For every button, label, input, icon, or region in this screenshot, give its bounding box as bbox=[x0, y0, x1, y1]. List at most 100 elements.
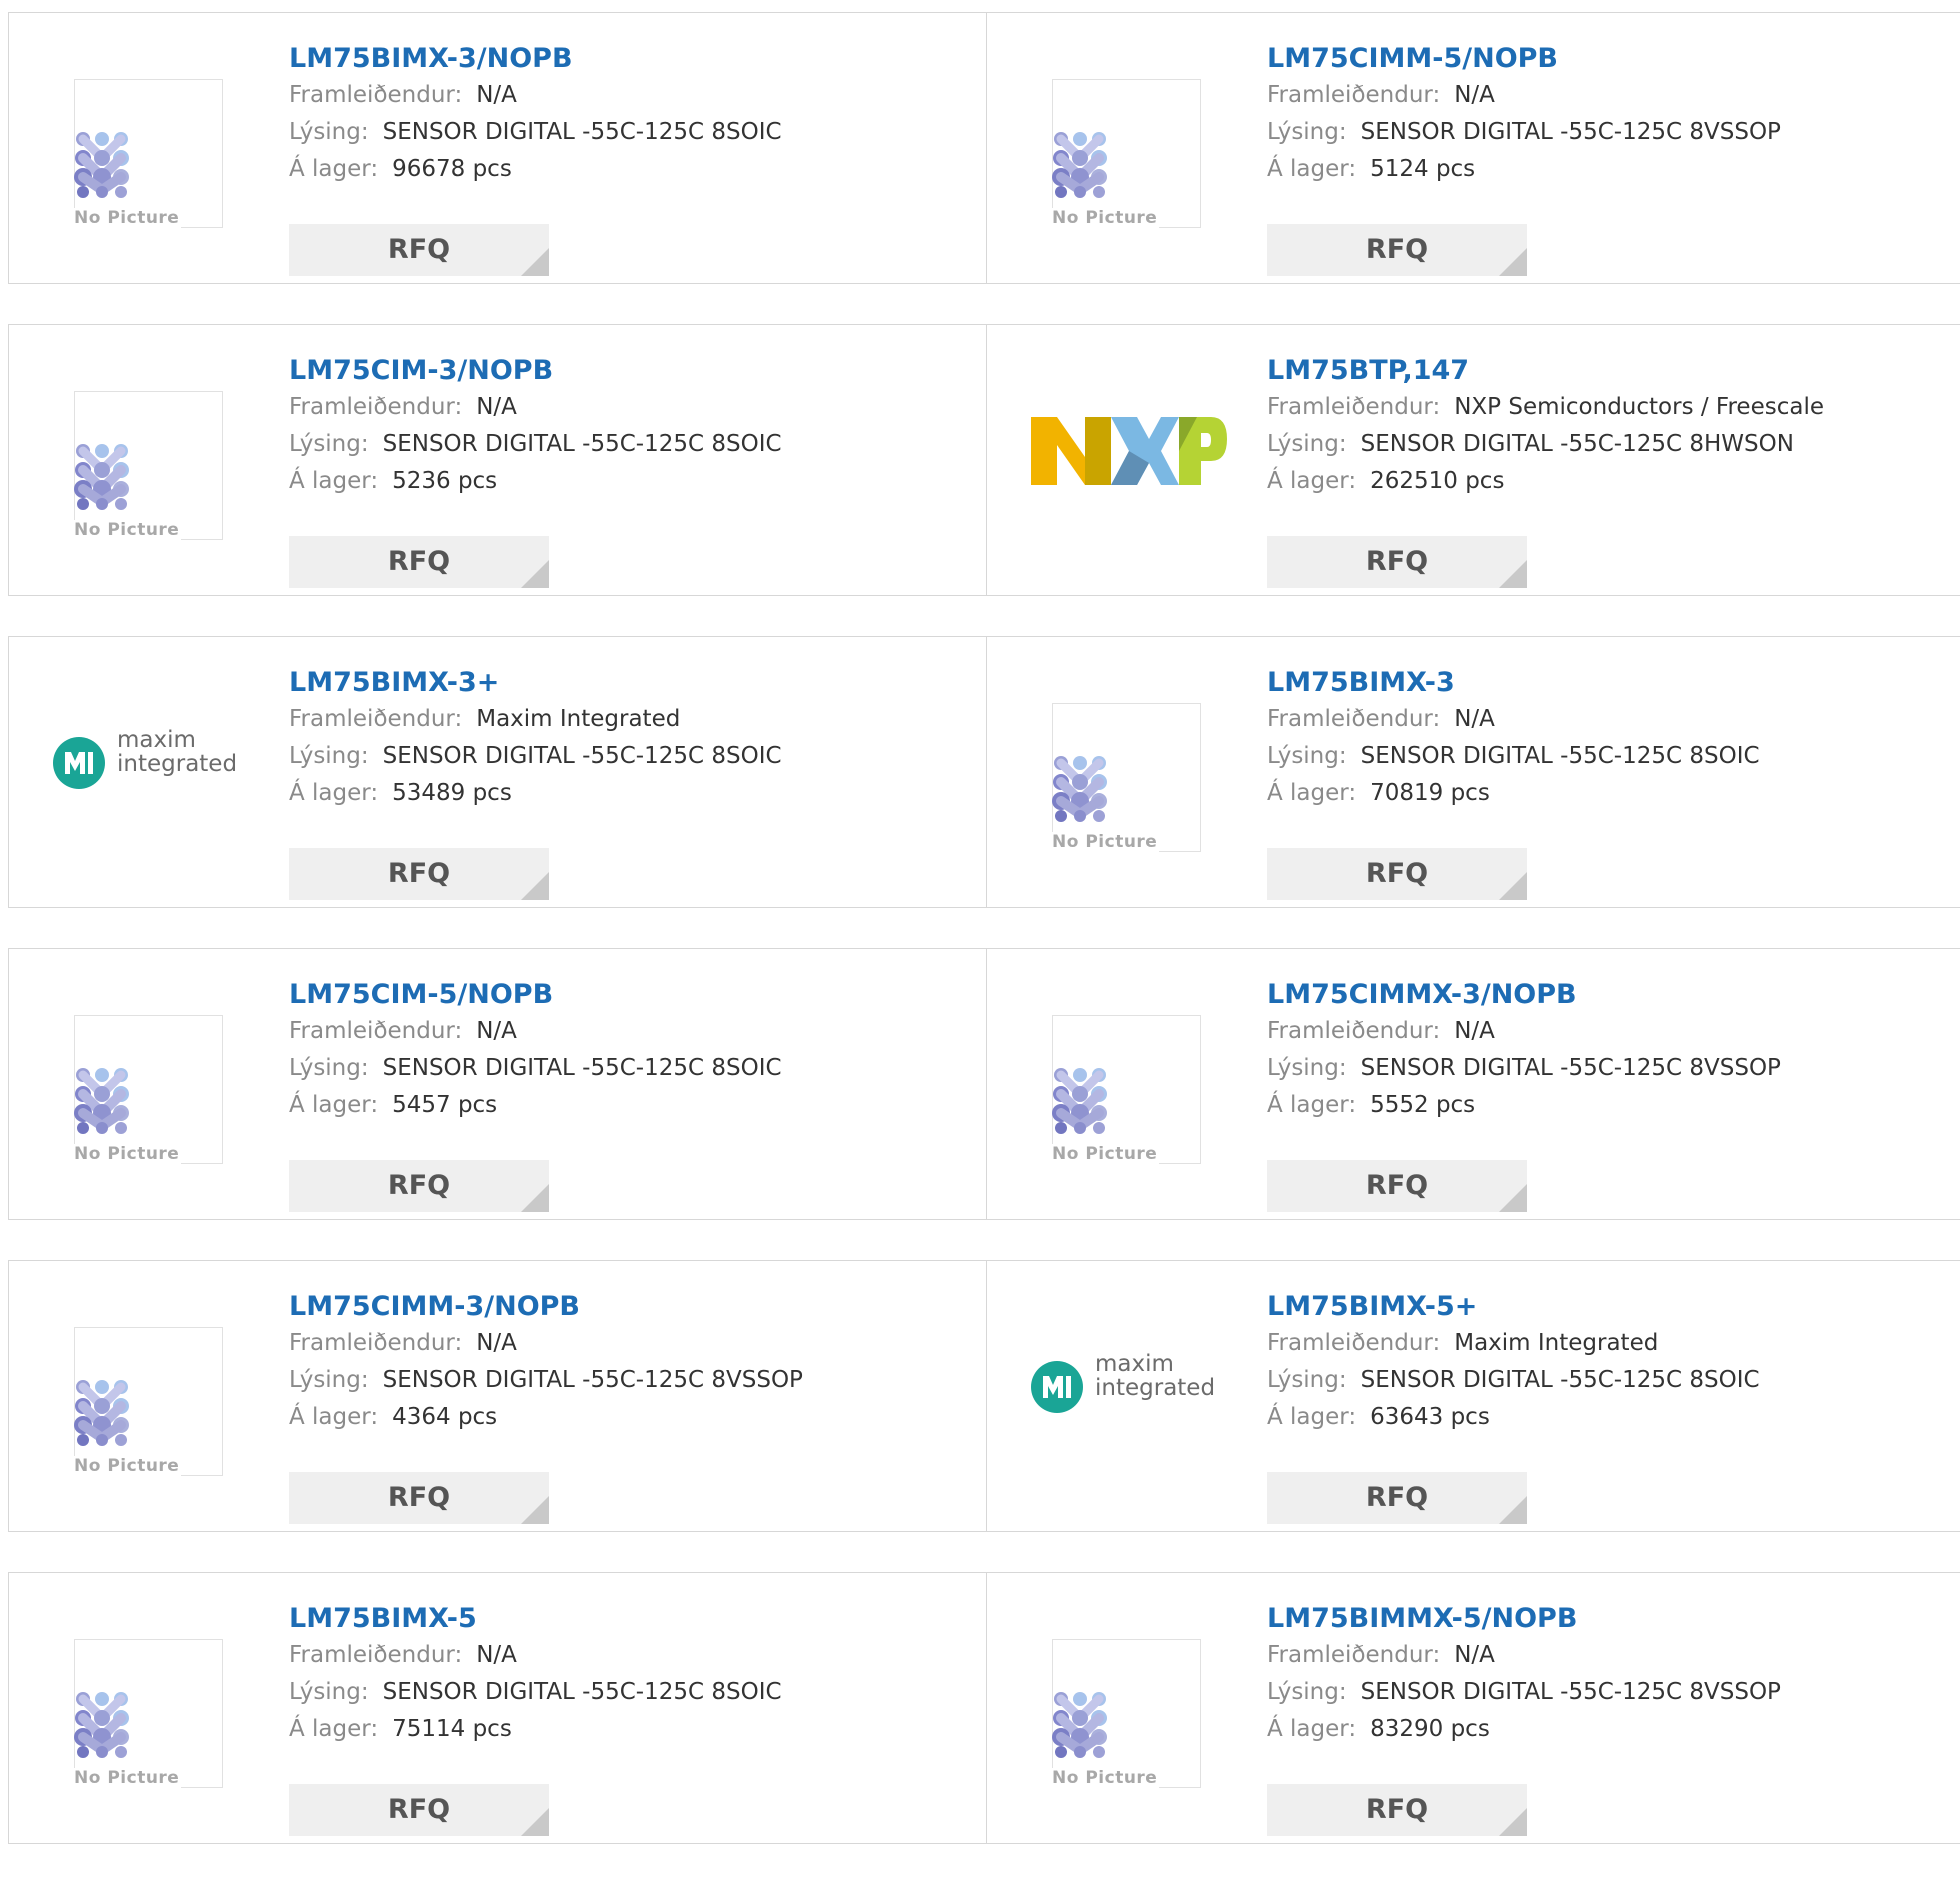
part-number-link[interactable]: LM75BIMX-3+ bbox=[289, 665, 949, 701]
product-row: No Picture LM75BIMX-5 Framleiðendur: N/A Lý… bbox=[8, 1572, 1960, 1844]
product-info: LM75BIMX-5 Framleiðendur: N/A Lýsing: SENSOR… bbox=[289, 1601, 949, 1836]
manufacturer-label: Framleiðendur: bbox=[289, 82, 463, 108]
product-thumbnail[interactable] bbox=[1029, 370, 1227, 530]
manufacturer-label: Framleiðendur: bbox=[289, 394, 463, 420]
product-card: No Picture LM75CIMM-5/NOPB Framleiðendur:… bbox=[986, 12, 1960, 284]
no-picture-label: No Picture bbox=[74, 520, 182, 540]
product-info: LM75CIM-5/NOPB Framleiðendur: N/A Lýsing: SE… bbox=[289, 977, 949, 1212]
stock-value: 262510 pcs bbox=[1370, 468, 1505, 494]
rfq-button[interactable]: RFQ bbox=[1267, 1784, 1527, 1836]
rfq-corner-decoration bbox=[521, 1496, 549, 1524]
product-thumbnail[interactable]: maxim integrated bbox=[1029, 1306, 1215, 1466]
placeholder-dots-icon bbox=[74, 1692, 129, 1758]
manufacturer-row: Framleiðendur: N/A bbox=[289, 1637, 949, 1674]
rfq-corner-decoration bbox=[1499, 1184, 1527, 1212]
product-thumbnail[interactable]: No Picture bbox=[51, 1618, 223, 1788]
rfq-button[interactable]: RFQ bbox=[289, 224, 549, 276]
stock-value: 53489 pcs bbox=[392, 780, 512, 806]
rfq-corner-decoration bbox=[521, 560, 549, 588]
rfq-label: RFQ bbox=[1365, 1794, 1429, 1825]
manufacturer-value: N/A bbox=[476, 394, 517, 420]
rfq-button[interactable]: RFQ bbox=[289, 848, 549, 900]
part-number-link[interactable]: LM75CIMM-3/NOPB bbox=[289, 1289, 949, 1325]
product-thumbnail[interactable]: No Picture bbox=[1029, 58, 1201, 228]
stock-label: Á lager: bbox=[289, 1092, 379, 1118]
product-card: No Picture LM75CIMM-3/NOPB Framleiðendur:… bbox=[8, 1260, 987, 1532]
description-label: Lýsing: bbox=[289, 431, 369, 457]
description-value: SENSOR DIGITAL -55C-125C 8VSSOP bbox=[1360, 1679, 1781, 1705]
rfq-button[interactable]: RFQ bbox=[1267, 848, 1527, 900]
manufacturer-label: Framleiðendur: bbox=[1267, 1330, 1441, 1356]
product-thumbnail[interactable]: No Picture bbox=[51, 58, 223, 228]
part-number-link[interactable]: LM75BTP,147 bbox=[1267, 353, 1927, 389]
rfq-label: RFQ bbox=[1365, 1482, 1429, 1513]
description-row: Lýsing: SENSOR DIGITAL -55C-125C 8SOIC bbox=[289, 738, 949, 775]
rfq-button[interactable]: RFQ bbox=[289, 1784, 549, 1836]
manufacturer-label: Framleiðendur: bbox=[289, 1330, 463, 1356]
stock-value: 83290 pcs bbox=[1370, 1716, 1490, 1742]
rfq-corner-decoration bbox=[1499, 560, 1527, 588]
stock-row: Á lager: 63643 pcs bbox=[1267, 1399, 1927, 1436]
product-row: maxim integrated LM75BIMX-3+ Framleiðendu… bbox=[8, 636, 1960, 908]
part-number-link[interactable]: LM75BIMX-5 bbox=[289, 1601, 949, 1637]
product-thumbnail[interactable]: No Picture bbox=[1029, 994, 1201, 1164]
description-row: Lýsing: SENSOR DIGITAL -55C-125C 8VSSOP bbox=[1267, 1674, 1927, 1711]
stock-value: 5124 pcs bbox=[1370, 156, 1476, 182]
description-label: Lýsing: bbox=[289, 1055, 369, 1081]
product-thumbnail[interactable]: No Picture bbox=[1029, 1618, 1201, 1788]
no-picture-label: No Picture bbox=[74, 1456, 182, 1476]
description-value: SENSOR DIGITAL -55C-125C 8SOIC bbox=[1360, 743, 1760, 769]
part-number-link[interactable]: LM75BIMMX-5/NOPB bbox=[1267, 1601, 1927, 1637]
no-picture-label: No Picture bbox=[74, 1768, 182, 1788]
stock-row: Á lager: 5552 pcs bbox=[1267, 1087, 1927, 1124]
manufacturer-label: Framleiðendur: bbox=[289, 1018, 463, 1044]
product-card: No Picture LM75CIM-3/NOPB Framleiðendur: N… bbox=[8, 324, 987, 596]
rfq-button[interactable]: RFQ bbox=[1267, 1160, 1527, 1212]
nxp-logo bbox=[1031, 417, 1227, 485]
product-row: No Picture LM75CIM-5/NOPB Framleiðendur: N… bbox=[8, 948, 1960, 1220]
stock-row: Á lager: 96678 pcs bbox=[289, 151, 949, 188]
rfq-label: RFQ bbox=[1365, 234, 1429, 265]
rfq-button[interactable]: RFQ bbox=[289, 1472, 549, 1524]
product-thumbnail[interactable]: No Picture bbox=[51, 994, 223, 1164]
rfq-button[interactable]: RFQ bbox=[1267, 1472, 1527, 1524]
manufacturer-label: Framleiðendur: bbox=[1267, 82, 1441, 108]
stock-label: Á lager: bbox=[289, 1716, 379, 1742]
rfq-button[interactable]: RFQ bbox=[1267, 536, 1527, 588]
manufacturer-label: Framleiðendur: bbox=[1267, 1018, 1441, 1044]
manufacturer-label: Framleiðendur: bbox=[1267, 394, 1441, 420]
no-picture-label: No Picture bbox=[74, 208, 182, 228]
part-number-link[interactable]: LM75CIMMX-3/NOPB bbox=[1267, 977, 1927, 1013]
product-grid: No Picture LM75BIMX-3/NOPB Framleiðendur:… bbox=[8, 12, 1960, 1884]
stock-row: Á lager: 53489 pcs bbox=[289, 775, 949, 812]
rfq-label: RFQ bbox=[1365, 1170, 1429, 1201]
rfq-button[interactable]: RFQ bbox=[289, 1160, 549, 1212]
description-value: SENSOR DIGITAL -55C-125C 8VSSOP bbox=[382, 1367, 803, 1393]
product-info: LM75BIMX-3/NOPB Framleiðendur: N/A Lýsing: S… bbox=[289, 41, 949, 276]
part-number-link[interactable]: LM75CIMM-5/NOPB bbox=[1267, 41, 1927, 77]
part-number-link[interactable]: LM75CIM-5/NOPB bbox=[289, 977, 949, 1013]
description-row: Lýsing: SENSOR DIGITAL -55C-125C 8SOIC bbox=[289, 1674, 949, 1711]
rfq-button[interactable]: RFQ bbox=[1267, 224, 1527, 276]
part-number-link[interactable]: LM75BIMX-5+ bbox=[1267, 1289, 1927, 1325]
description-row: Lýsing: SENSOR DIGITAL -55C-125C 8HWSON bbox=[1267, 426, 1927, 463]
product-info: LM75CIMMX-3/NOPB Framleiðendur: N/A Lýsing:… bbox=[1267, 977, 1927, 1212]
product-thumbnail[interactable]: No Picture bbox=[51, 1306, 223, 1476]
part-number-link[interactable]: LM75CIM-3/NOPB bbox=[289, 353, 949, 389]
description-row: Lýsing: SENSOR DIGITAL -55C-125C 8SOIC bbox=[289, 114, 949, 151]
manufacturer-row: Framleiðendur: Maxim Integrated bbox=[1267, 1325, 1927, 1362]
part-number-link[interactable]: LM75BIMX-3 bbox=[1267, 665, 1927, 701]
stock-label: Á lager: bbox=[289, 468, 379, 494]
rfq-button[interactable]: RFQ bbox=[289, 536, 549, 588]
product-thumbnail[interactable]: maxim integrated bbox=[51, 682, 237, 842]
maxim-logo-text-maxim: maxim bbox=[117, 727, 196, 753]
stock-label: Á lager: bbox=[1267, 1404, 1357, 1430]
part-number-link[interactable]: LM75BIMX-3/NOPB bbox=[289, 41, 949, 77]
product-thumbnail[interactable]: No Picture bbox=[51, 370, 223, 540]
product-card: No Picture LM75CIMMX-3/NOPB Framleiðendur… bbox=[986, 948, 1960, 1220]
manufacturer-row: Framleiðendur: NXP Semiconductors / Frees… bbox=[1267, 389, 1927, 426]
product-thumbnail[interactable]: No Picture bbox=[1029, 682, 1201, 852]
stock-row: Á lager: 5124 pcs bbox=[1267, 151, 1927, 188]
product-info: LM75CIM-3/NOPB Framleiðendur: N/A Lýsing: SE… bbox=[289, 353, 949, 588]
product-info: LM75BIMX-3 Framleiðendur: N/A Lýsing: SENSOR… bbox=[1267, 665, 1927, 900]
